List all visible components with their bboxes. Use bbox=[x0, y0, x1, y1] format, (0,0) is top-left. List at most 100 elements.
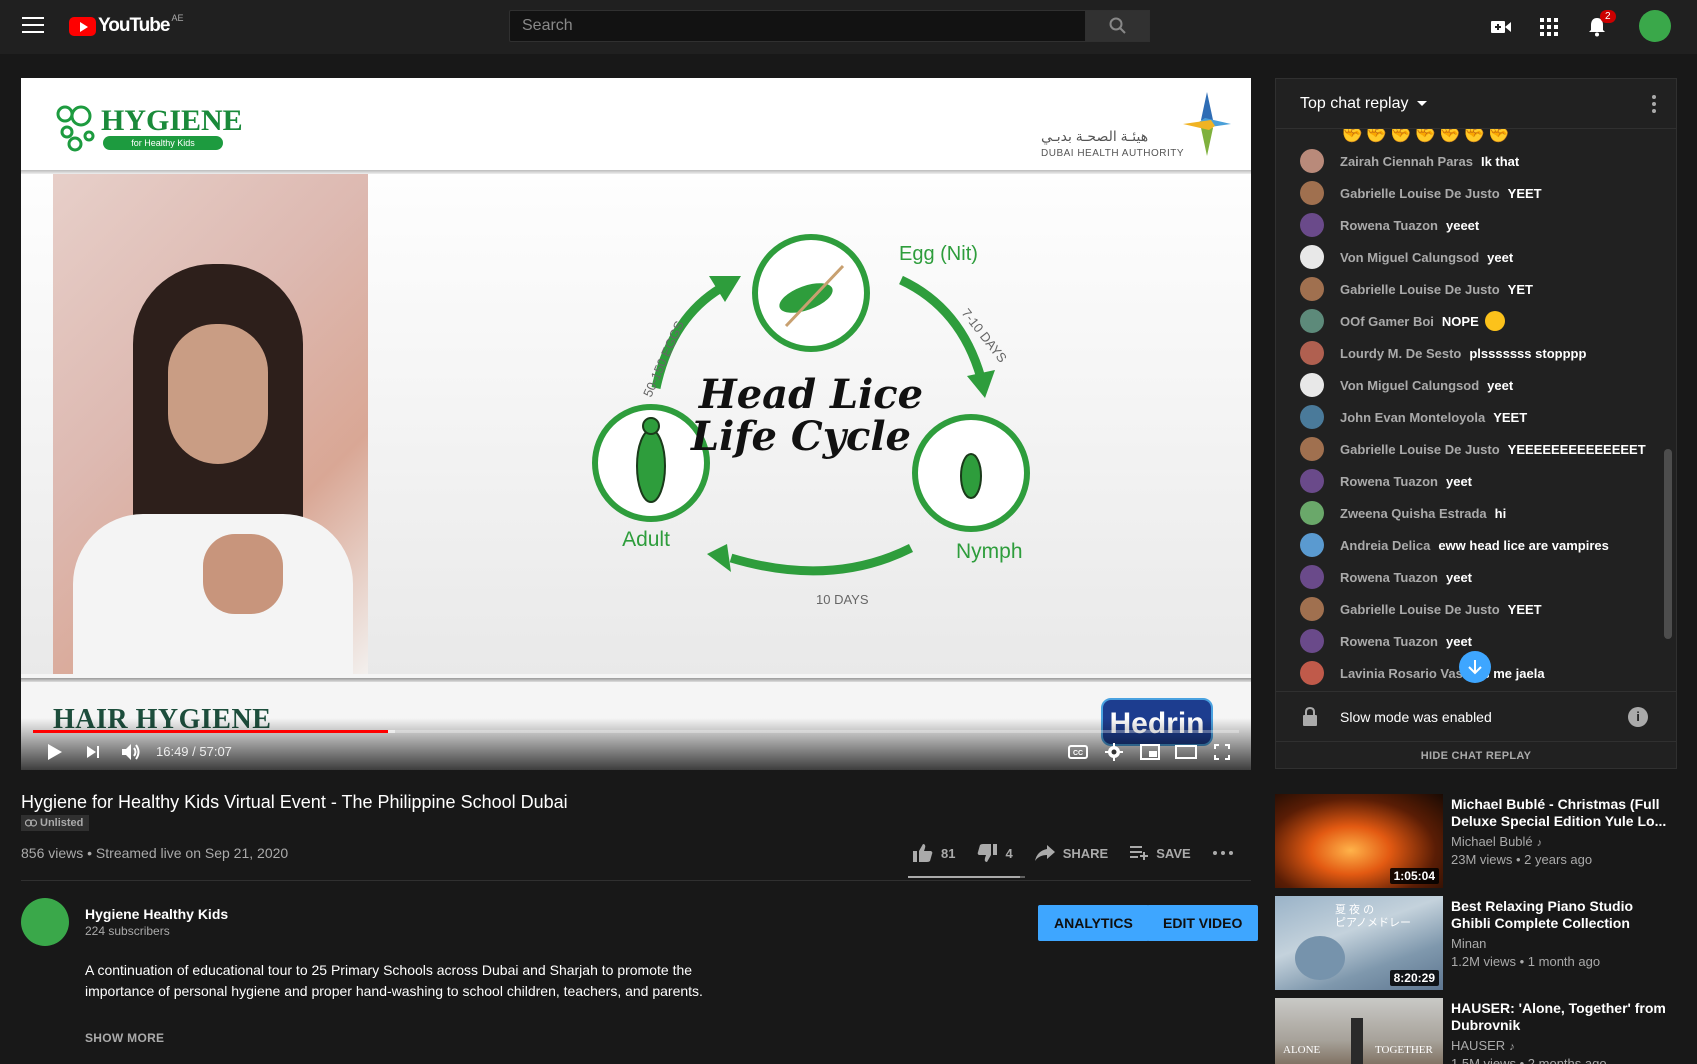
info-divider bbox=[21, 880, 1251, 881]
chat-author-avatar[interactable] bbox=[1300, 149, 1324, 173]
chat-author-avatar[interactable] bbox=[1300, 245, 1324, 269]
share-button[interactable]: SHARE bbox=[1034, 845, 1108, 861]
chat-author-avatar[interactable] bbox=[1300, 309, 1324, 333]
video-duration: 1:05:04 bbox=[1389, 868, 1439, 884]
chat-author-avatar[interactable] bbox=[1300, 533, 1324, 557]
adult-louse-icon bbox=[636, 429, 666, 503]
video-thumbnail[interactable]: 1:05:04 bbox=[1275, 794, 1443, 888]
like-button[interactable]: 81 bbox=[913, 844, 955, 862]
chat-author-name[interactable]: John Evan Monteloyola bbox=[1340, 410, 1485, 425]
chat-more-options-icon[interactable] bbox=[1652, 95, 1656, 113]
chat-author-name[interactable]: Gabrielle Louise De Justo bbox=[1340, 602, 1500, 617]
search-input[interactable]: Search bbox=[509, 10, 1086, 42]
chat-author-avatar[interactable] bbox=[1300, 565, 1324, 589]
recommended-video[interactable]: 1:05:04 Michael Bublé - Christmas (Full … bbox=[1275, 794, 1675, 888]
link-icon bbox=[25, 819, 37, 827]
youtube-logo[interactable]: YouTube AE bbox=[69, 13, 183, 37]
chat-author-avatar[interactable] bbox=[1300, 597, 1324, 621]
video-player[interactable]: HYGIENE for Healthy Kids هيئـة الصحـة بد… bbox=[21, 78, 1251, 770]
more-actions-button[interactable] bbox=[1212, 851, 1233, 855]
chat-author-avatar[interactable] bbox=[1300, 501, 1324, 525]
chat-author-name[interactable]: Zairah Ciennah Paras bbox=[1340, 154, 1473, 169]
logo-text: YouTube bbox=[98, 15, 170, 36]
create-video-icon[interactable] bbox=[1488, 14, 1514, 40]
play-button[interactable] bbox=[43, 740, 67, 764]
chat-author-name[interactable]: Rowena Tuazon bbox=[1340, 634, 1438, 649]
thumbnail-figure bbox=[1351, 1018, 1363, 1064]
chat-author-avatar[interactable] bbox=[1300, 437, 1324, 461]
save-button[interactable]: SAVE bbox=[1130, 846, 1191, 861]
chat-author-avatar[interactable] bbox=[1300, 469, 1324, 493]
chat-author-name[interactable]: Andreia Delica bbox=[1340, 538, 1430, 553]
account-avatar[interactable] bbox=[1639, 10, 1671, 42]
video-thumbnail[interactable]: ALONE TOGETHER bbox=[1275, 998, 1443, 1064]
chat-message: Gabrielle Louise De Justo YEET bbox=[1300, 597, 1542, 621]
chat-message: Von Miguel Calungsod yeet bbox=[1300, 373, 1513, 397]
chat-author-name[interactable]: Von Miguel Calungsod bbox=[1340, 250, 1479, 265]
hamburger-menu-icon[interactable] bbox=[22, 17, 44, 35]
analytics-button[interactable]: ANALYTICS bbox=[1038, 905, 1149, 941]
video-title[interactable]: Best Relaxing Piano Studio Ghibli Comple… bbox=[1451, 898, 1671, 932]
channel-avatar[interactable] bbox=[21, 898, 69, 946]
dubai-health-authority-logo: هيئـة الصحـة بدبـي DUBAI HEALTH AUTHORIT… bbox=[1041, 92, 1231, 162]
dislike-button[interactable]: 4 bbox=[977, 844, 1013, 862]
recommended-video[interactable]: ALONE TOGETHER HAUSER: 'Alone, Together'… bbox=[1275, 998, 1675, 1064]
chat-author-name[interactable]: Zweena Quisha Estrada bbox=[1340, 506, 1487, 521]
chat-message-text: YEET bbox=[1507, 601, 1542, 617]
fullscreen-button[interactable] bbox=[1210, 740, 1234, 764]
chat-author-avatar[interactable] bbox=[1300, 341, 1324, 365]
theater-mode-button[interactable] bbox=[1174, 740, 1198, 764]
chat-author-avatar[interactable] bbox=[1300, 181, 1324, 205]
miniplayer-button[interactable] bbox=[1138, 740, 1162, 764]
chat-mode-dropdown[interactable]: Top chat replay bbox=[1300, 95, 1409, 113]
chat-author-avatar[interactable] bbox=[1300, 661, 1324, 685]
chevron-down-icon[interactable] bbox=[1416, 101, 1427, 106]
channel-name[interactable]: Michael Bublé ♪ bbox=[1451, 834, 1542, 849]
music-note-icon: ♪ bbox=[1509, 1041, 1515, 1053]
settings-button[interactable] bbox=[1102, 740, 1126, 764]
info-icon[interactable]: i bbox=[1628, 707, 1648, 727]
captions-button[interactable]: CC bbox=[1066, 740, 1090, 764]
chat-author-name[interactable]: Lourdy M. De Sesto bbox=[1340, 346, 1461, 361]
like-count: 81 bbox=[941, 845, 956, 861]
chat-author-name[interactable]: Lavinia Rosario Vasa bbox=[1340, 666, 1470, 681]
youtube-play-icon bbox=[69, 16, 96, 36]
hide-chat-replay-button[interactable]: HIDE CHAT REPLAY bbox=[1276, 741, 1676, 769]
chat-scrollbar[interactable] bbox=[1664, 449, 1672, 639]
chat-author-name[interactable]: Gabrielle Louise De Justo bbox=[1340, 186, 1500, 201]
search-button[interactable] bbox=[1085, 10, 1150, 42]
chat-author-name[interactable]: Rowena Tuazon bbox=[1340, 570, 1438, 585]
chat-author-name[interactable]: Gabrielle Louise De Justo bbox=[1340, 282, 1500, 297]
chat-author-name[interactable]: Rowena Tuazon bbox=[1340, 218, 1438, 233]
chat-author-avatar[interactable] bbox=[1300, 629, 1324, 653]
video-duration: 8:20:29 bbox=[1389, 970, 1439, 986]
video-description: A continuation of educational tour to 25… bbox=[85, 962, 703, 999]
chat-message-text: eww head lice are vampires bbox=[1438, 537, 1609, 553]
edit-video-button[interactable]: EDIT VIDEO bbox=[1147, 905, 1259, 941]
stage-nymph-label: Nymph bbox=[956, 540, 1023, 563]
channel-name[interactable]: HAUSER ♪ bbox=[1451, 1038, 1515, 1053]
chat-author-name[interactable]: Rowena Tuazon bbox=[1340, 474, 1438, 489]
apps-grid-icon[interactable] bbox=[1536, 14, 1562, 40]
channel-name[interactable]: Minan bbox=[1451, 936, 1486, 951]
next-button[interactable] bbox=[81, 740, 105, 764]
chat-author-name[interactable]: Gabrielle Louise De Justo bbox=[1340, 442, 1500, 457]
video-title[interactable]: Michael Bublé - Christmas (Full Deluxe S… bbox=[1451, 796, 1671, 830]
volume-button[interactable] bbox=[119, 740, 143, 764]
chat-message-list[interactable]: ✊✊✊✊✊✊✊ Zairah Ciennah Paras Ik that Gabri… bbox=[1276, 129, 1664, 691]
channel-name[interactable]: Hygiene Healthy Kids bbox=[85, 906, 228, 922]
chat-author-avatar[interactable] bbox=[1300, 277, 1324, 301]
recommended-video[interactable]: 夏 夜 のピアノメドレー 8:20:29 Best Relaxing Piano… bbox=[1275, 896, 1675, 990]
chat-message-text: yeet bbox=[1445, 473, 1473, 489]
scroll-to-bottom-button[interactable] bbox=[1459, 651, 1491, 683]
chat-author-name[interactable]: Von Miguel Calungsod bbox=[1340, 378, 1479, 393]
video-thumbnail[interactable]: 夏 夜 のピアノメドレー 8:20:29 bbox=[1275, 896, 1443, 990]
show-more-link[interactable]: SHOW MORE bbox=[85, 1031, 164, 1045]
chat-author-avatar[interactable] bbox=[1300, 373, 1324, 397]
progress-bar[interactable] bbox=[33, 730, 1239, 733]
chat-author-name[interactable]: OOf Gamer Boi bbox=[1340, 314, 1434, 329]
chat-author-avatar[interactable] bbox=[1300, 213, 1324, 237]
volume-icon bbox=[122, 744, 140, 760]
video-title[interactable]: HAUSER: 'Alone, Together' from Dubrovnik bbox=[1451, 1000, 1671, 1034]
chat-author-avatar[interactable] bbox=[1300, 405, 1324, 429]
